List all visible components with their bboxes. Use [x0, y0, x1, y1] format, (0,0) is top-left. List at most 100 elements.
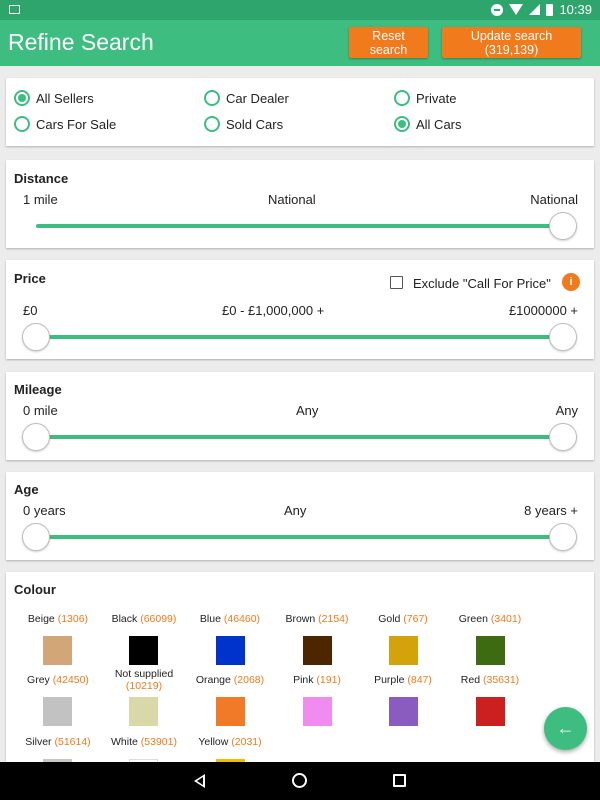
radio-button[interactable] — [394, 116, 410, 132]
radio-cars-for-sale[interactable]: Cars For Sale — [14, 116, 116, 132]
mileage-card: Mileage 0 mile Any Any — [6, 372, 594, 460]
colour-label-silver[interactable]: Silver (51614) — [15, 736, 101, 748]
back-fab-button[interactable]: ← — [544, 707, 587, 750]
distance-current-label: National — [268, 192, 316, 207]
colour-label-purple[interactable]: Purple (847) — [360, 674, 446, 686]
colour-label-green[interactable]: Green (3401) — [447, 613, 533, 625]
colour-swatch-orange[interactable] — [216, 697, 245, 726]
status-bar: 10:39 — [0, 0, 600, 20]
price-title: Price — [14, 271, 46, 286]
mileage-slider-max-thumb[interactable] — [549, 423, 577, 451]
colour-swatch-grey[interactable] — [43, 697, 72, 726]
app-bar: Refine Search Reset search Update search… — [0, 20, 600, 66]
colour-swatch-not-supplied[interactable] — [129, 697, 158, 726]
wifi-icon — [509, 4, 524, 15]
back-triangle-icon[interactable] — [194, 774, 205, 788]
radio-button[interactable] — [14, 90, 30, 106]
battery-icon — [546, 3, 554, 16]
colour-label-red[interactable]: Red (35631) — [447, 674, 533, 686]
mileage-title: Mileage — [14, 382, 62, 397]
colour-label-black[interactable]: Black (66099) — [101, 613, 187, 625]
colour-swatch-purple[interactable] — [389, 697, 418, 726]
colour-swatch-green[interactable] — [476, 636, 505, 665]
update-search-button[interactable]: Update search (319,139) — [442, 27, 581, 58]
colour-title: Colour — [14, 582, 56, 597]
colour-label-brown[interactable]: Brown (2154) — [274, 613, 360, 625]
price-slider-min-thumb[interactable] — [22, 323, 50, 351]
distance-card: Distance 1 mile National National — [6, 160, 594, 248]
age-min-label: 0 years — [23, 503, 66, 518]
seller-type-card: All Sellers Car Dealer Private Cars For … — [6, 78, 594, 146]
exclude-call-for-price-label[interactable]: Exclude "Call For Price" — [413, 276, 551, 291]
colour-swatch-pink[interactable] — [303, 697, 332, 726]
age-max-label: 8 years + — [524, 503, 578, 518]
price-current-label: £0 - £1,000,000 + — [222, 303, 325, 318]
mileage-current-label: Any — [296, 403, 319, 418]
price-min-label: £0 — [23, 303, 38, 318]
colour-label-blue[interactable]: Blue (46460) — [187, 613, 273, 625]
colour-label-beige[interactable]: Beige (1306) — [15, 613, 101, 625]
price-slider-track[interactable] — [36, 335, 563, 339]
radio-car-dealer[interactable]: Car Dealer — [204, 90, 289, 106]
distance-title: Distance — [14, 171, 69, 186]
radio-button[interactable] — [14, 116, 30, 132]
price-card: Price Exclude "Call For Price" i £0 £0 -… — [6, 260, 594, 359]
radio-label: Private — [416, 90, 457, 106]
radio-sold-cars[interactable]: Sold Cars — [204, 116, 283, 132]
age-card: Age 0 years Any 8 years + — [6, 472, 594, 560]
colour-swatch-red[interactable] — [476, 697, 505, 726]
age-slider-track[interactable] — [36, 535, 563, 539]
radio-all-sellers[interactable]: All Sellers — [14, 90, 94, 106]
signal-icon — [529, 4, 541, 15]
distance-slider-track[interactable] — [36, 224, 556, 228]
price-slider-max-thumb[interactable] — [549, 323, 577, 351]
info-icon[interactable]: i — [562, 273, 580, 291]
radio-label: Car Dealer — [226, 90, 289, 106]
mileage-min-label: 0 mile — [23, 403, 58, 418]
exclude-call-for-price-checkbox[interactable] — [390, 276, 403, 289]
recents-square-icon[interactable] — [393, 774, 406, 787]
colour-swatch-gold[interactable] — [389, 636, 418, 665]
status-time: 10:39 — [559, 2, 592, 17]
do-not-disturb-icon — [491, 3, 504, 16]
distance-max-label: National — [530, 192, 578, 207]
radio-all-cars[interactable]: All Cars — [394, 116, 462, 132]
page-title: Refine Search — [8, 29, 154, 55]
colour-label-gold[interactable]: Gold (767) — [360, 613, 446, 625]
price-max-label: £1000000 + — [508, 303, 578, 318]
radio-label: All Sellers — [36, 90, 94, 106]
mileage-slider-min-thumb[interactable] — [22, 423, 50, 451]
colour-swatch-black[interactable] — [129, 636, 158, 665]
colour-card: Colour Beige (1306) Black (66099) Blue (… — [6, 572, 594, 788]
colour-swatch-beige[interactable] — [43, 636, 72, 665]
image-notification-icon — [9, 5, 20, 14]
age-title: Age — [14, 482, 39, 497]
radio-label: All Cars — [416, 116, 462, 132]
colour-label-not-supplied[interactable]: Not supplied (10219) — [101, 668, 187, 692]
status-icons: 10:39 — [491, 2, 592, 17]
arrow-left-icon: ← — [556, 718, 575, 738]
radio-button[interactable] — [204, 90, 220, 106]
radio-button[interactable] — [394, 90, 410, 106]
colour-label-grey[interactable]: Grey (42450) — [15, 674, 101, 686]
colour-label-white[interactable]: White (53901) — [101, 736, 187, 748]
radio-private[interactable]: Private — [394, 90, 456, 106]
radio-label: Sold Cars — [226, 116, 284, 132]
mileage-max-label: Any — [555, 403, 578, 418]
distance-min-label: 1 mile — [23, 192, 58, 207]
colour-swatch-brown[interactable] — [303, 636, 332, 665]
home-circle-icon[interactable] — [292, 773, 307, 788]
distance-slider-thumb[interactable] — [549, 212, 577, 240]
age-slider-max-thumb[interactable] — [549, 523, 577, 551]
colour-swatch-blue[interactable] — [216, 636, 245, 665]
age-current-label: Any — [284, 503, 307, 518]
radio-button[interactable] — [204, 116, 220, 132]
radio-label: Cars For Sale — [36, 116, 117, 132]
age-slider-min-thumb[interactable] — [22, 523, 50, 551]
navigation-bar — [0, 762, 600, 800]
mileage-slider-track[interactable] — [36, 435, 563, 439]
colour-label-orange[interactable]: Orange (2068) — [187, 674, 273, 686]
colour-label-pink[interactable]: Pink (191) — [274, 674, 360, 686]
colour-label-yellow[interactable]: Yellow (2031) — [187, 736, 273, 748]
reset-search-button[interactable]: Reset search — [349, 27, 428, 58]
